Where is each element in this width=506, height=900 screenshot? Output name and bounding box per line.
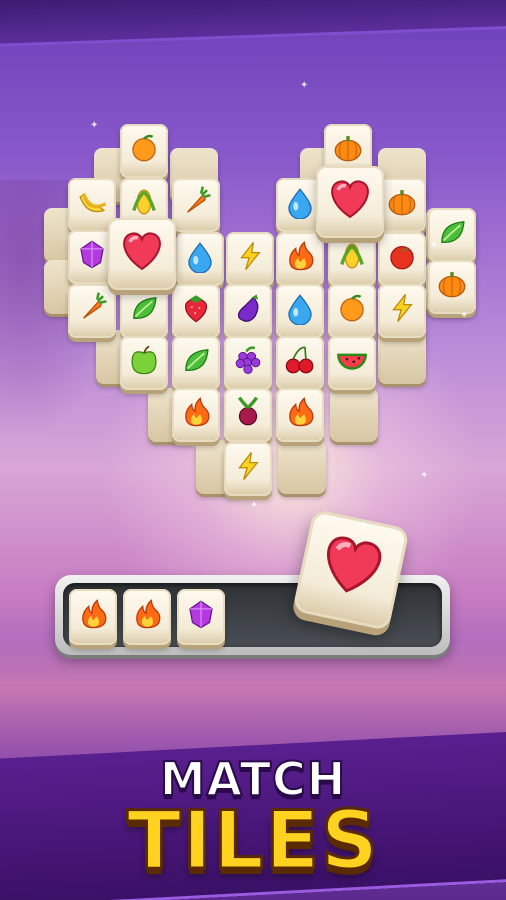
sparkle-icon: ✦	[360, 520, 369, 531]
title-line-2: TILES	[125, 793, 380, 889]
tile[interactable]	[328, 284, 376, 338]
tile[interactable]	[378, 330, 426, 384]
tile[interactable]	[123, 589, 171, 645]
water-drop-icon	[276, 284, 324, 332]
tile[interactable]	[378, 178, 426, 232]
tile[interactable]	[316, 166, 384, 238]
carrot-icon	[172, 178, 220, 226]
leaf-icon	[172, 336, 220, 384]
tile[interactable]	[278, 440, 326, 494]
sparkle-icon: ✦	[250, 500, 259, 511]
tile[interactable]	[172, 336, 220, 390]
leaf-icon	[120, 284, 168, 332]
tile[interactable]	[226, 232, 274, 286]
tile[interactable]	[177, 589, 225, 645]
gem-icon	[177, 589, 225, 638]
eggplant-icon	[224, 284, 272, 332]
fire-icon	[276, 388, 324, 436]
sparkle-icon: ✦	[460, 310, 469, 321]
grapes-icon	[224, 336, 272, 384]
fire-icon	[69, 589, 117, 638]
heart-icon	[295, 509, 410, 619]
tile[interactable]	[120, 336, 168, 390]
tile[interactable]	[378, 232, 426, 286]
lightning-icon	[224, 442, 272, 490]
top-banner	[0, 0, 506, 44]
lightning-icon	[226, 232, 274, 280]
tile[interactable]	[328, 336, 376, 390]
tile[interactable]	[69, 589, 117, 645]
pumpkin-icon	[378, 178, 426, 226]
tile[interactable]	[428, 260, 476, 314]
tile[interactable]	[224, 336, 272, 390]
heart-icon	[316, 166, 384, 229]
sparkle-icon: ✦	[420, 470, 429, 481]
cherries-icon	[276, 336, 324, 384]
tomato-icon	[378, 232, 426, 280]
tile[interactable]	[428, 208, 476, 262]
tile[interactable]	[176, 232, 224, 286]
orange-icon	[120, 124, 168, 172]
game-scene: MATCH TILES ✦ ✦ ✦ ✦ ✦ ✦ ✦	[0, 0, 506, 900]
pumpkin-icon	[324, 124, 372, 172]
sparkle-icon: ✦	[430, 240, 439, 251]
corn-icon	[328, 232, 376, 280]
sparkle-icon: ✦	[90, 120, 99, 131]
tile[interactable]	[276, 284, 324, 338]
tile[interactable]	[224, 284, 272, 338]
sparkle-icon: ✦	[300, 80, 309, 91]
watermelon-icon	[328, 336, 376, 384]
tile[interactable]	[224, 442, 272, 496]
fire-icon	[172, 388, 220, 436]
tile[interactable]	[108, 218, 176, 290]
beet-icon	[224, 388, 272, 436]
carrot-icon	[68, 284, 116, 332]
tile[interactable]	[276, 336, 324, 390]
apple-icon	[120, 336, 168, 384]
heart-icon	[108, 218, 176, 281]
lightning-icon	[378, 284, 426, 332]
fire-icon	[123, 589, 171, 638]
tile[interactable]	[328, 232, 376, 286]
tile[interactable]	[120, 284, 168, 338]
tile[interactable]	[172, 284, 220, 338]
strawberry-icon	[172, 284, 220, 332]
pumpkin-icon	[428, 260, 476, 308]
tile[interactable]	[330, 388, 378, 442]
tile[interactable]	[120, 124, 168, 178]
fire-icon	[276, 232, 324, 280]
tile[interactable]	[276, 388, 324, 442]
tile[interactable]	[224, 388, 272, 442]
tile[interactable]	[378, 284, 426, 338]
tile[interactable]	[172, 178, 220, 232]
tile[interactable]	[68, 284, 116, 338]
tile[interactable]	[276, 232, 324, 286]
tile[interactable]	[172, 388, 220, 442]
orange-icon	[328, 284, 376, 332]
water-drop-icon	[176, 232, 224, 280]
